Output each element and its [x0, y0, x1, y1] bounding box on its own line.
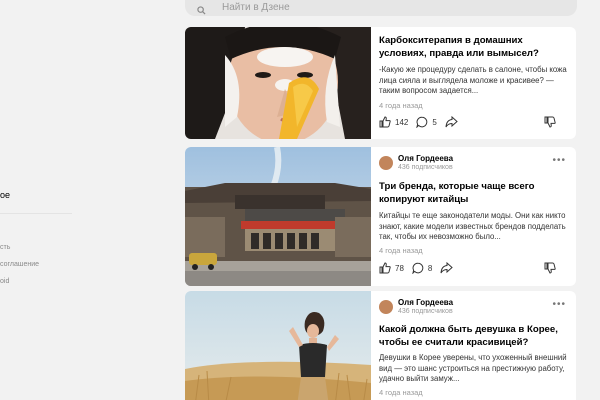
card-time: 4 года назад — [379, 245, 423, 255]
author-subscribers: 436 подписчиков — [398, 164, 453, 171]
dislike-icon — [544, 262, 556, 274]
comment-icon — [416, 116, 428, 128]
card-snippet: Китайцы те еще законодатели моды. Они ка… — [379, 211, 566, 242]
card-thumbnail-girl-field[interactable] — [185, 291, 371, 400]
like-icon — [379, 262, 391, 274]
sidebar-link-agreement[interactable]: соглашение — [0, 261, 39, 268]
avatar[interactable] — [379, 156, 393, 170]
card-time: 4 года назад — [379, 100, 423, 110]
sidebar: ое сть соглашение oid — [0, 0, 90, 400]
comment-count: 8 — [427, 263, 433, 273]
feed-card[interactable]: Оля Гордеева 436 подписчиков Какой должн… — [185, 291, 576, 400]
like-icon — [379, 116, 391, 128]
share-button[interactable] — [445, 116, 462, 128]
card-thumbnail-face-mask[interactable] — [185, 27, 371, 139]
like-count: 78 — [395, 263, 404, 273]
dislike-icon — [544, 116, 556, 128]
share-icon — [440, 262, 454, 274]
more-icon[interactable]: ••• — [552, 299, 566, 310]
card-snippet: Девушки в Корее уверены, что ухоженный в… — [379, 353, 567, 384]
search-icon — [197, 2, 206, 15]
like-button[interactable]: 142 — [379, 116, 408, 128]
share-button[interactable] — [440, 262, 457, 274]
search-bar[interactable]: Найти в Дзене — [185, 0, 577, 16]
feed-card[interactable]: Оля Гордеева 436 подписчиков Три бренда,… — [185, 147, 576, 286]
avatar[interactable] — [379, 300, 393, 314]
card-title[interactable]: Какой должна быть девушка в Корее, чтобы… — [379, 323, 568, 349]
comment-button[interactable]: 5 — [416, 116, 437, 128]
comment-count: 5 — [432, 117, 437, 127]
card-snippet: -Какую же процедуру сделать в салоне, чт… — [379, 65, 567, 96]
search-input[interactable]: Найти в Дзене — [222, 2, 290, 13]
author-name[interactable]: Оля Гордеева — [398, 154, 453, 163]
author-subscribers: 436 подписчиков — [398, 308, 453, 315]
sidebar-link-android[interactable]: oid — [0, 278, 9, 285]
card-author[interactable]: Оля Гордеева 436 подписчиков — [379, 154, 568, 172]
card-actions: 78 8 — [379, 262, 568, 274]
card-thumbnail-mall[interactable] — [185, 147, 371, 286]
sidebar-item-active[interactable]: ое — [0, 190, 10, 200]
comment-button[interactable]: 8 — [412, 262, 432, 274]
dislike-button[interactable] — [544, 116, 560, 128]
card-title[interactable]: Карбокситерапия в домашних условиях, пра… — [379, 34, 568, 60]
dislike-button[interactable] — [544, 262, 560, 274]
like-count: 142 — [395, 117, 409, 127]
card-time: 4 года назад — [379, 387, 423, 397]
feed-card[interactable]: Карбокситерапия в домашних условиях, пра… — [185, 27, 576, 139]
more-icon[interactable]: ••• — [552, 155, 566, 166]
card-title[interactable]: Три бренда, которые чаще всего копируют … — [379, 180, 568, 206]
like-button[interactable]: 78 — [379, 262, 404, 274]
share-icon — [445, 116, 458, 128]
card-author[interactable]: Оля Гордеева 436 подписчиков — [379, 298, 568, 316]
sidebar-divider — [0, 213, 72, 214]
author-name[interactable]: Оля Гордеева — [398, 298, 453, 307]
comment-icon — [412, 262, 424, 274]
sidebar-link-1[interactable]: сть — [0, 244, 10, 251]
card-actions: 142 5 — [379, 116, 568, 128]
